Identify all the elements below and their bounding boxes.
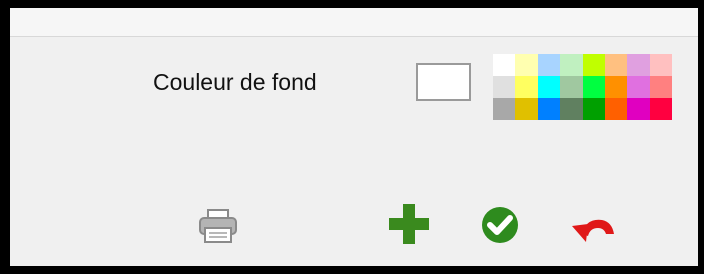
color-swatch[interactable]: [604, 98, 628, 120]
color-swatch[interactable]: [649, 54, 672, 76]
color-swatch[interactable]: [582, 98, 605, 120]
color-swatch[interactable]: [537, 76, 561, 98]
color-palette: [493, 54, 672, 120]
color-swatch[interactable]: [560, 98, 583, 120]
undo-icon: [572, 219, 614, 242]
undo-button[interactable]: [568, 204, 616, 252]
checkmark-icon: [482, 207, 518, 243]
settings-panel: Couleur de fond: [10, 8, 698, 266]
color-swatch[interactable]: [582, 54, 605, 76]
color-swatch[interactable]: [627, 54, 650, 76]
color-swatch[interactable]: [560, 76, 583, 98]
color-swatch[interactable]: [582, 76, 605, 98]
color-swatch[interactable]: [493, 76, 516, 98]
color-swatch[interactable]: [604, 76, 628, 98]
top-divider: [10, 8, 698, 37]
printer-icon[interactable]: [194, 202, 242, 250]
color-swatch[interactable]: [649, 76, 672, 98]
color-swatch[interactable]: [627, 76, 650, 98]
background-color-preview[interactable]: [416, 63, 471, 101]
validate-button[interactable]: [476, 201, 524, 249]
add-button[interactable]: [385, 200, 433, 248]
color-swatch[interactable]: [537, 98, 561, 120]
plus-icon: [389, 204, 429, 244]
color-swatch[interactable]: [627, 98, 650, 120]
color-swatch[interactable]: [515, 54, 538, 76]
color-swatch[interactable]: [515, 98, 538, 120]
color-swatch[interactable]: [537, 54, 561, 76]
color-swatch[interactable]: [604, 54, 628, 76]
color-swatch[interactable]: [493, 98, 516, 120]
background-color-label: Couleur de fond: [153, 69, 317, 95]
color-swatch[interactable]: [515, 76, 538, 98]
color-swatch[interactable]: [560, 54, 583, 76]
color-swatch[interactable]: [649, 98, 672, 120]
color-swatch[interactable]: [493, 54, 516, 76]
